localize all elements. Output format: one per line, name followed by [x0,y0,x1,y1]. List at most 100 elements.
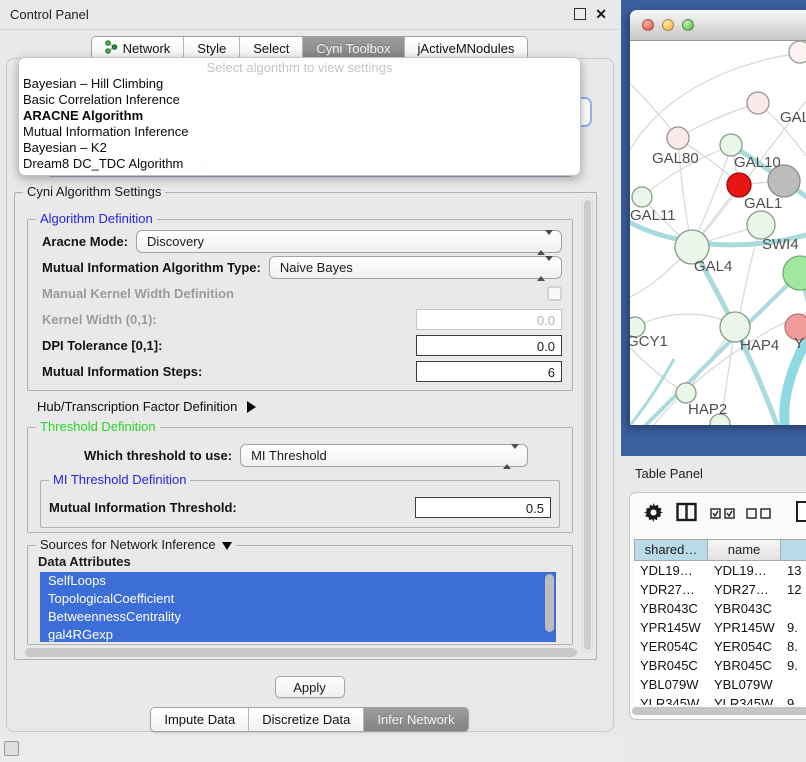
manual-kernel-checkbox[interactable] [547,286,562,301]
apply-button[interactable]: Apply [275,676,345,698]
column-header[interactable]: A [781,539,806,561]
tab-label: Impute Data [164,712,235,727]
dpi-tolerance-input[interactable]: 0.0 [416,335,562,356]
attribute-item[interactable]: BetweennessCentrality [40,608,556,626]
table-cell: YBR043C [708,599,781,618]
mi-steps-input[interactable]: 6 [416,361,562,382]
table-panel: Table Panel shared…nameAYDL19… [621,456,806,762]
table-horizontal-scrollbar[interactable] [632,707,806,715]
aracne-mode-value: Discovery [147,234,204,249]
combo-arrows-icon [537,261,553,276]
hub-definition-expander[interactable]: Hub/Transcription Factor Definition [37,399,256,414]
kernel-width-label: Kernel Width (0,1): [42,312,157,327]
attribute-item[interactable]: TopologicalCoefficient [40,590,556,608]
mi-threshold-input[interactable]: 0.5 [415,497,551,518]
attribute-item[interactable]: SelfLoops [40,572,556,590]
table-row[interactable]: YLR345WYLR345W9. [634,694,806,705]
algorithm-option[interactable]: Mutual Information Inference [19,124,580,140]
algorithm-option[interactable]: Dream8 DC_TDC Algorithm [19,156,580,172]
tab-infer-network[interactable]: Infer Network [363,708,467,731]
table-row[interactable]: YBL079WYBL079W [634,675,806,694]
mi-steps-row: Mutual Information Steps: 6 [28,358,572,384]
table-toolbar [630,499,806,533]
table-row[interactable]: YPR145WYPR145W9. [634,618,806,637]
which-threshold-row: Which threshold to use: MI Threshold [28,442,572,468]
close-window-button[interactable] [642,19,654,31]
network-edge[interactable] [738,225,761,326]
table-row[interactable]: YDL19…YDL19…13 [634,561,806,580]
tab-label: Network [123,41,171,56]
network-node[interactable] [747,92,769,114]
deselect-all-checkboxes-icon[interactable] [746,507,772,522]
attribute-item[interactable]: gal4RGexp [40,626,556,642]
network-node[interactable] [676,383,696,403]
table-panel-title: Table Panel [635,466,703,481]
network-canvas[interactable]: GAL80GALGAL10GAL1GAL11SWI4GAL4GCY1HAP4YH… [630,41,806,425]
algorithm-dropdown-popup: Select algorithm to view settings Bayesi… [18,57,581,176]
algorithm-option[interactable]: ARACNE Algorithm [19,108,580,124]
tab-label: Cyni Toolbox [316,41,390,56]
node-label: GAL80 [652,150,699,167]
network-edge[interactable] [630,53,802,161]
combo-arrows-icon [537,235,553,250]
table-cell: YLR345W [708,694,781,705]
column-layout-icon[interactable] [676,502,697,525]
tab-discretize-data[interactable]: Discretize Data [248,708,363,731]
settings-vertical-scrollbar[interactable] [582,197,593,653]
data-attributes-list[interactable]: SelfLoopsTopologicalCoefficientBetweenne… [40,572,556,642]
float-panel-icon[interactable] [574,8,586,20]
table-row[interactable]: YBR043CYBR043C [634,599,806,618]
node-label: Y [794,335,804,352]
table-cell: YLR345W [634,694,708,705]
node-label: HAP4 [740,337,779,354]
aracne-mode-row: Aracne Mode: Discovery [28,228,572,254]
zoom-window-button[interactable] [682,19,694,31]
network-node[interactable] [727,173,751,197]
node-table[interactable]: shared…nameAYDL19…YDL19…13YDR27…YDR27…12… [634,539,806,705]
network-node[interactable] [667,127,689,149]
settings-group-title: Cyni Algorithm Settings [23,184,165,199]
node-label: HAP2 [688,401,727,418]
algorithm-option[interactable]: Basic Correlation Inference [19,92,580,108]
table-cell: YDR27… [708,580,781,599]
algorithm-option[interactable]: Bayesian – Hill Climbing [19,76,580,92]
column-header[interactable]: shared… [634,539,708,561]
minimize-window-button[interactable] [662,19,674,31]
gear-icon[interactable] [644,503,663,525]
network-node[interactable] [789,41,806,63]
network-node[interactable] [632,187,652,207]
table-row[interactable]: YDR27…YDR27…12 [634,580,806,599]
sources-group-title[interactable]: Sources for Network Inference [36,537,236,552]
attribute-list-scrollbar[interactable] [545,574,554,632]
settings-horizontal-scrollbar[interactable] [25,648,577,657]
manual-kernel-label: Manual Kernel Width Definition [42,286,234,301]
table-cell: YDR27… [634,580,708,599]
column-header[interactable]: name [708,539,781,561]
mi-threshold-label: Mutual Information Threshold: [49,500,237,515]
mi-type-value: Naive Bayes [280,260,353,275]
which-threshold-value: MI Threshold [251,448,327,463]
network-window-titlebar[interactable] [630,10,806,41]
table-cell: YBR045C [708,656,781,675]
dock-mini-icon[interactable] [4,741,19,756]
table-cell: YBR043C [634,599,708,618]
file-icon[interactable] [795,501,806,525]
table-cell: YDL19… [708,561,781,580]
select-all-checkboxes-icon[interactable] [710,507,736,522]
tab-impute-data[interactable]: Impute Data [151,708,248,731]
algorithm-option[interactable]: Bayesian – K2 [19,140,580,156]
table-row[interactable]: YER054CYER054C8. [634,637,806,656]
which-threshold-select[interactable]: MI Threshold [240,444,528,467]
close-panel-icon[interactable]: ✕ [595,8,607,20]
network-node[interactable] [720,134,742,156]
hub-definition-label: Hub/Transcription Factor Definition [37,399,237,414]
network-view-window: GAL80GALGAL10GAL1GAL11SWI4GAL4GCY1HAP4YH… [630,10,806,425]
table-row[interactable]: YBR045CYBR045C9. [634,656,806,675]
mi-type-select[interactable]: Naive Bayes [269,256,562,279]
control-panel-titlebar: Control Panel ✕ [0,0,619,30]
aracne-mode-select[interactable]: Discovery [136,230,562,253]
network-edge[interactable] [635,314,734,327]
network-node[interactable] [747,211,775,239]
network-icon [105,40,118,57]
which-threshold-label: Which threshold to use: [84,448,232,463]
